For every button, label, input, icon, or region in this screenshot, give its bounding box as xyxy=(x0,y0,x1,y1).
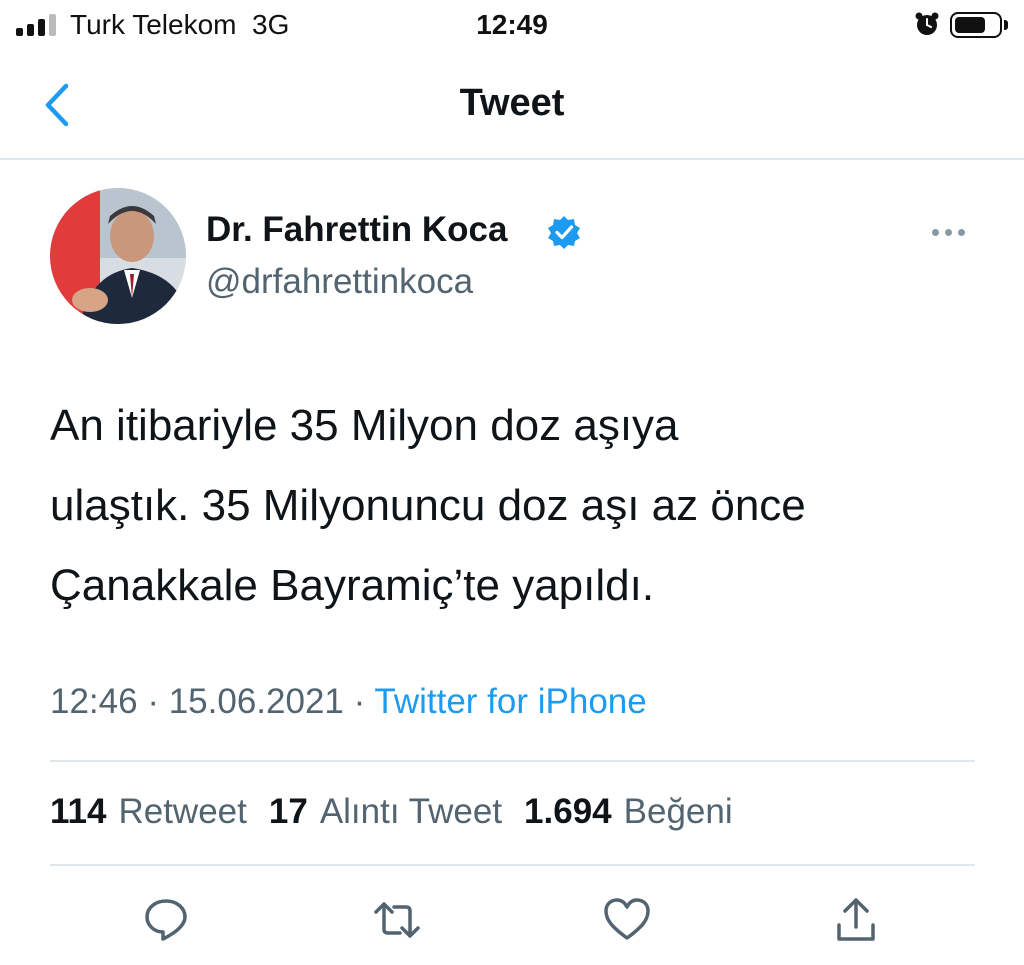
alarm-icon xyxy=(915,12,939,35)
meta-separator: · xyxy=(353,682,366,721)
more-dot xyxy=(945,228,952,236)
avatar[interactable] xyxy=(50,188,186,324)
quotes-count: 17 xyxy=(268,792,308,831)
tweet-meta: 12:46 · 15.06.2021 · Twitter for iPhone xyxy=(50,682,647,722)
likes-count: 1.694 xyxy=(524,792,612,831)
retweets-count: 114 xyxy=(50,792,107,831)
like-icon xyxy=(604,898,650,940)
quotes-stat[interactable]: 17 Alıntı Tweet xyxy=(269,792,502,832)
more-dot xyxy=(958,228,965,236)
status-bar: Turk Telekom 3G 12:49 xyxy=(0,0,1024,52)
nav-header: Tweet xyxy=(0,60,1024,160)
author-handle[interactable]: @drfahrettinkoca xyxy=(206,262,473,302)
tweet-text-line: Çanakkale Bayramiç’te yapıldı. xyxy=(50,561,655,610)
retweets-label: Retweet xyxy=(118,792,247,831)
retweet-button[interactable] xyxy=(369,892,425,948)
retweets-stat[interactable]: 114 Retweet xyxy=(50,792,247,832)
quotes-label: Alıntı Tweet xyxy=(319,792,503,831)
status-time: 12:49 xyxy=(476,9,548,40)
retweet-icon xyxy=(374,902,420,938)
tweet-date: 15.06.2021 xyxy=(168,682,344,721)
divider xyxy=(50,760,975,762)
verified-badge-icon xyxy=(548,216,580,249)
likes-label: Beğeni xyxy=(623,792,733,831)
more-dot xyxy=(932,228,939,236)
tweet-stats: 114 Retweet 17 Alıntı Tweet 1.694 Beğeni xyxy=(50,792,733,832)
like-button[interactable] xyxy=(599,892,655,948)
divider xyxy=(50,864,975,866)
tweet-text-line: An itibariyle 35 Milyon doz aşıya xyxy=(50,401,679,450)
tweet-source-link[interactable]: Twitter for iPhone xyxy=(374,682,646,721)
likes-stat[interactable]: 1.694 Beğeni xyxy=(524,792,733,832)
page-title: Tweet xyxy=(459,82,565,124)
tweet-time: 12:46 xyxy=(50,682,138,721)
tweet-text: An itibariyle 35 Milyon doz aşıya ulaştı… xyxy=(50,386,990,626)
share-button[interactable] xyxy=(828,892,884,948)
reply-button[interactable] xyxy=(138,892,194,948)
tweet-text-line: ulaştık. 35 Milyonuncu doz aşı az önce xyxy=(50,481,806,530)
battery-cap xyxy=(1004,20,1008,30)
meta-separator: · xyxy=(147,682,159,721)
more-options-button[interactable] xyxy=(932,222,972,242)
reply-icon xyxy=(145,899,187,941)
share-icon xyxy=(837,898,875,941)
battery-icon xyxy=(950,12,1002,38)
author-name[interactable]: Dr. Fahrettin Koca xyxy=(206,210,507,250)
